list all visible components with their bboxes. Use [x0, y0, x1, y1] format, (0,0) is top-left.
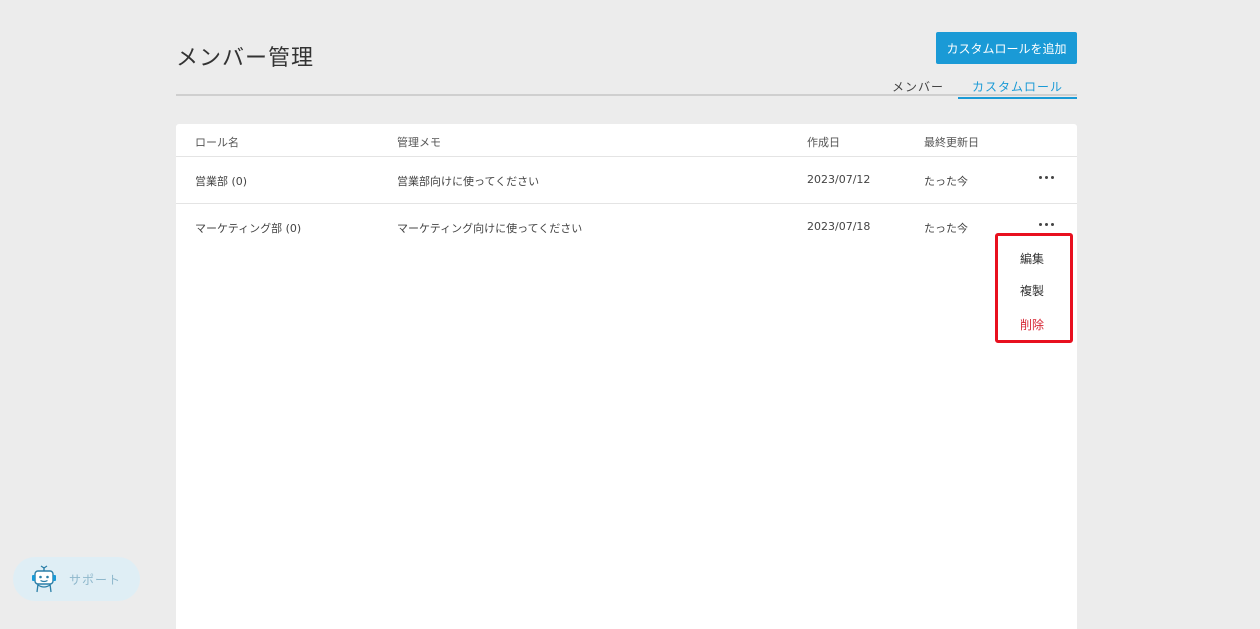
- table-header: ロール名 管理メモ 作成日 最終更新日: [176, 124, 1077, 157]
- column-header-role-name[interactable]: ロール名: [195, 134, 239, 150]
- more-options-icon[interactable]: [1035, 169, 1057, 185]
- roles-table: ロール名 管理メモ 作成日 最終更新日 営業部 (0) 営業部向けに使ってくださ…: [176, 124, 1077, 629]
- role-updated-date: たった今: [924, 222, 968, 235]
- menu-item-delete[interactable]: 削除: [1020, 316, 1044, 333]
- dot: [1050, 175, 1054, 179]
- dot: [1038, 175, 1042, 179]
- support-button[interactable]: サポート: [13, 557, 140, 601]
- dot: [1038, 222, 1042, 226]
- table-row[interactable]: 営業部 (0) 営業部向けに使ってください 2023/07/12 たった今: [176, 157, 1077, 204]
- menu-item-duplicate[interactable]: 複製: [1020, 282, 1044, 299]
- column-header-updated[interactable]: 最終更新日: [924, 134, 979, 150]
- role-created-date: 2023/07/18: [807, 220, 871, 233]
- role-created-date: 2023/07/12: [807, 173, 871, 186]
- support-label: サポート: [69, 572, 122, 587]
- role-memo: 営業部向けに使ってください: [397, 175, 540, 188]
- role-name: マーケティング部 (0): [195, 222, 302, 235]
- column-header-created[interactable]: 作成日: [807, 134, 840, 150]
- dot: [1050, 222, 1054, 226]
- role-memo: マーケティング向けに使ってください: [397, 222, 583, 235]
- role-name: 営業部 (0): [195, 175, 248, 188]
- header-divider: [176, 94, 1077, 96]
- dot: [1044, 175, 1048, 179]
- support-robot-icon: [32, 565, 56, 593]
- more-options-icon[interactable]: [1035, 216, 1057, 232]
- dot: [1044, 222, 1048, 226]
- column-header-memo[interactable]: 管理メモ: [397, 134, 441, 150]
- menu-item-edit[interactable]: 編集: [1020, 250, 1044, 267]
- row-context-menu: 編集 複製 削除: [995, 233, 1073, 343]
- page-title: メンバー管理: [176, 46, 315, 71]
- table-row[interactable]: マーケティング部 (0) マーケティング向けに使ってください 2023/07/1…: [176, 204, 1077, 250]
- role-updated-date: たった今: [924, 175, 968, 188]
- add-custom-role-button[interactable]: カスタムロールを追加: [936, 32, 1077, 64]
